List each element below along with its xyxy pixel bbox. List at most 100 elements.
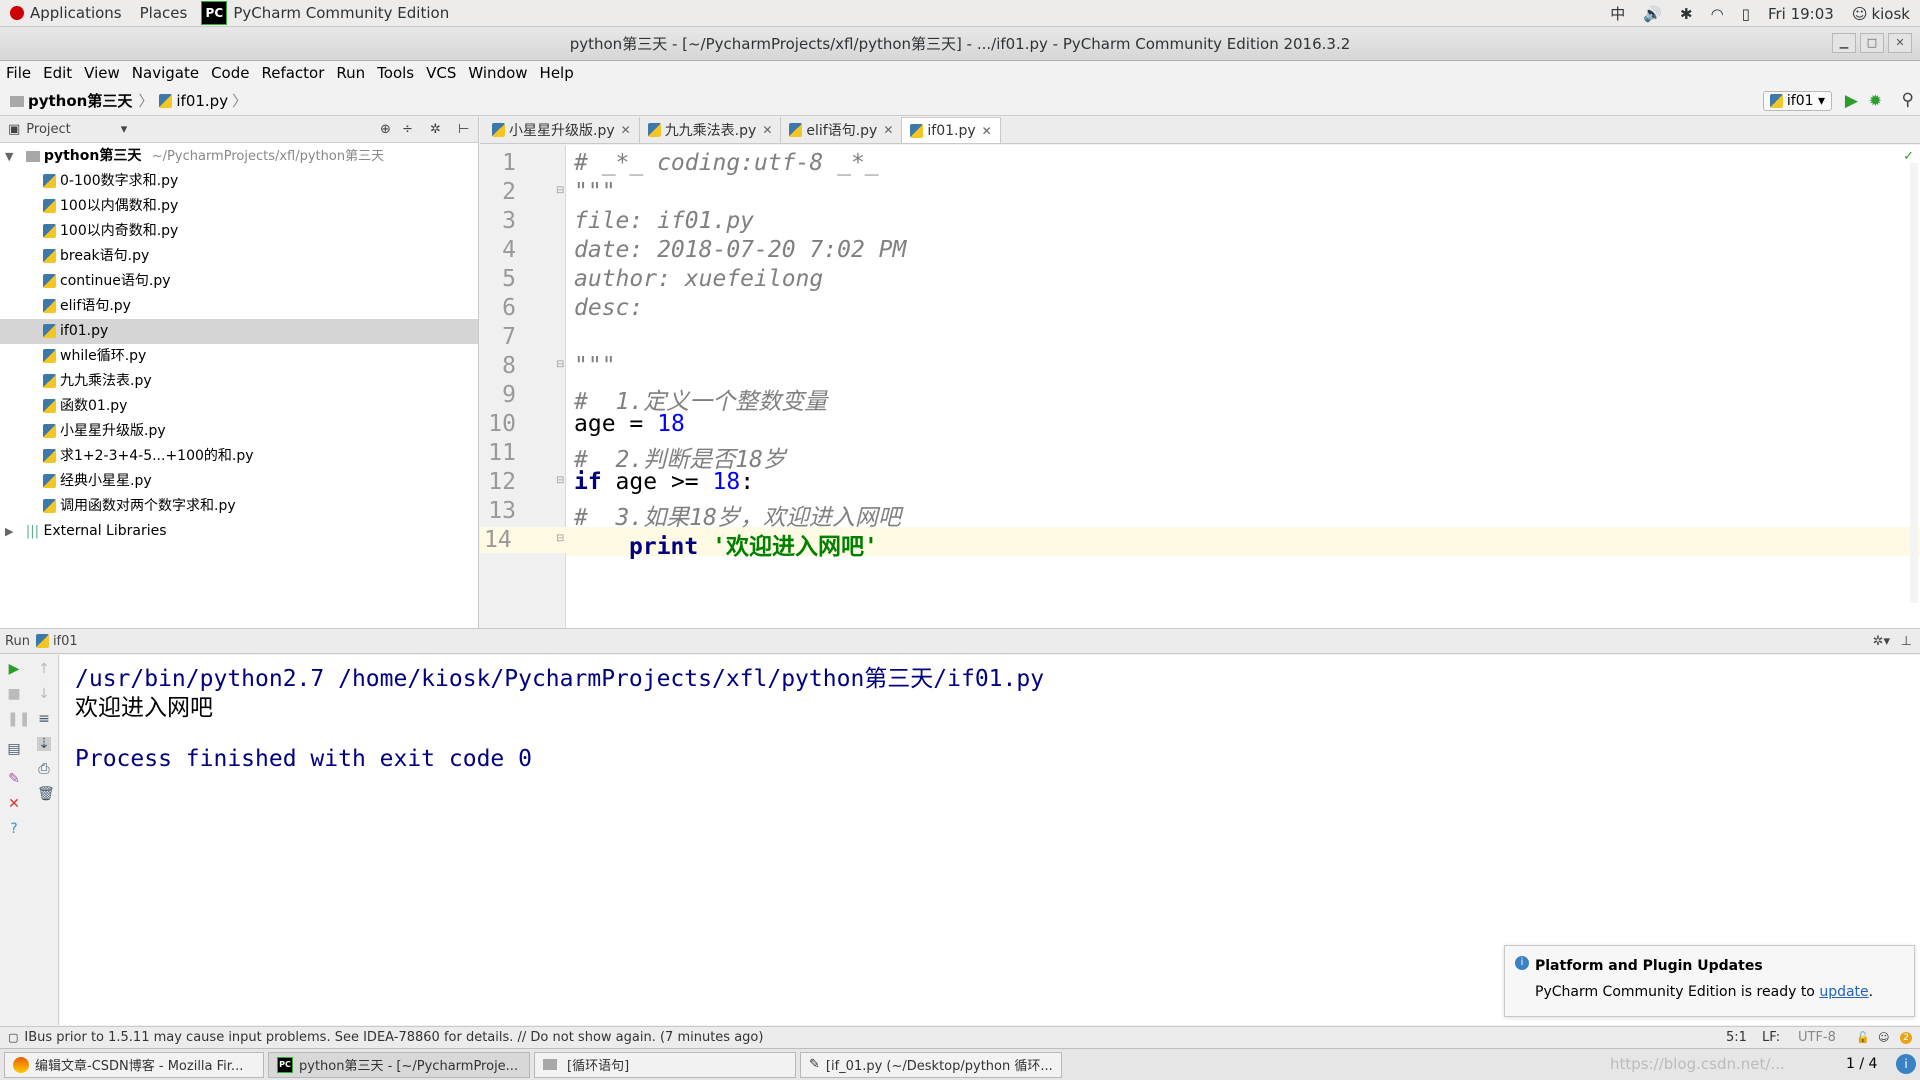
menu-file[interactable]: File — [0, 64, 37, 82]
close-icon[interactable]: ✕ — [7, 797, 21, 811]
run-config-tab[interactable]: if01 — [53, 634, 78, 649]
maximize-icon[interactable]: □ — [1860, 33, 1884, 53]
stop-icon[interactable]: ■ — [7, 687, 21, 701]
places-menu[interactable]: Places — [140, 4, 188, 22]
soft-wrap-icon[interactable]: ≡ — [37, 712, 51, 726]
sync-icon[interactable]: ⊕ — [380, 122, 391, 137]
tree-file-item[interactable]: 100以内奇数和.py — [0, 219, 478, 244]
applications-menu[interactable]: Applications — [10, 4, 122, 22]
collapse-icon[interactable]: ÷ — [402, 122, 413, 137]
workspace-pager[interactable]: 1 / 4 — [1846, 1056, 1877, 1072]
tree-file-item[interactable]: 函数01.py — [0, 394, 478, 419]
update-notification[interactable]: i Platform and Plugin Updates PyCharm Co… — [1504, 945, 1915, 1017]
taskbar-item-folder[interactable]: [循环语句] — [534, 1051, 796, 1078]
code-editor[interactable]: # _*_ coding:utf-8 _*_ """ file: if01.py… — [566, 145, 1920, 628]
menu-refactor[interactable]: Refactor — [255, 64, 330, 82]
tree-file-item[interactable]: elif语句.py — [0, 294, 478, 319]
caret-position[interactable]: 5:1 — [1726, 1030, 1747, 1045]
arrow-up-icon[interactable]: ↑ — [37, 662, 51, 676]
tree-file-item[interactable]: 小星星升级版.py — [0, 419, 478, 444]
close-icon[interactable]: ✕ — [982, 124, 992, 138]
breadcrumb-project[interactable]: python第三天 — [10, 90, 132, 111]
tree-file-item[interactable]: 求1+2-3+4-5...+100的和.py — [0, 444, 478, 469]
search-icon[interactable]: ⚲ — [1902, 90, 1914, 110]
close-icon[interactable]: ✕ — [762, 123, 772, 137]
fold-icon[interactable]: ⊟ — [556, 475, 564, 486]
gear-icon[interactable]: ✲▾ — [1873, 634, 1890, 649]
tree-file-item[interactable]: 九九乘法表.py — [0, 369, 478, 394]
help-icon[interactable]: ? — [7, 822, 21, 836]
debug-icon[interactable]: ✹ — [1869, 91, 1882, 110]
fold-icon[interactable]: ⊟ — [556, 185, 564, 196]
tree-file-item[interactable]: while循环.py — [0, 344, 478, 369]
breadcrumb-file[interactable]: if01.py — [159, 92, 228, 110]
run-config-select[interactable]: if01 ▾ — [1762, 91, 1832, 111]
tab-file[interactable]: 小星星升级版.py ✕ — [484, 117, 640, 143]
print-icon[interactable]: ⎙ — [37, 762, 51, 776]
volume-icon[interactable]: 🔊 — [1643, 5, 1662, 23]
inspection-ok-icon[interactable]: ✓ — [1903, 149, 1914, 164]
tab-file[interactable]: 九九乘法表.py ✕ — [640, 117, 782, 143]
tab-file[interactable]: elif语句.py ✕ — [781, 117, 903, 143]
taskbar-item-editor[interactable]: ✎ [if_01.py (~/Desktop/python 循环... — [800, 1051, 1062, 1078]
trash-icon[interactable]: 🗑 — [37, 787, 55, 801]
expand-icon[interactable]: ▶ — [5, 525, 13, 538]
update-link[interactable]: update — [1819, 984, 1868, 1000]
tree-external-libraries[interactable]: ▶ ||| External Libraries — [0, 519, 478, 544]
wifi-icon[interactable]: ◠ — [1711, 5, 1724, 23]
tree-file-item[interactable]: 调用函数对两个数字求和.py — [0, 494, 478, 519]
run-icon[interactable]: ▶ — [1845, 91, 1858, 111]
menu-edit[interactable]: Edit — [37, 64, 78, 82]
lock-icon[interactable]: 🔓 — [1856, 1031, 1870, 1044]
tree-root[interactable]: ▼ python第三天 ~/PycharmProjects/xfl/python… — [0, 144, 478, 169]
clock[interactable]: Fri 19:03 — [1768, 5, 1834, 23]
project-view-select[interactable]: Project — [26, 122, 70, 137]
hide-panel-icon[interactable]: ⊢ — [458, 122, 469, 137]
menu-navigate[interactable]: Navigate — [126, 64, 205, 82]
menu-help[interactable]: Help — [534, 64, 580, 82]
close-icon[interactable]: ✕ — [1888, 33, 1912, 53]
taskbar-item-pycharm[interactable]: PC python第三天 - [~/PycharmProje... — [268, 1051, 530, 1078]
inspector-icon[interactable]: ☺ — [1878, 1031, 1889, 1044]
tree-file-item[interactable]: 100以内偶数和.py — [0, 194, 478, 219]
file-encoding[interactable]: UTF-8 — [1798, 1030, 1836, 1045]
bluetooth-icon[interactable]: ✱ — [1680, 5, 1693, 23]
menu-view[interactable]: View — [78, 64, 126, 82]
tree-file-item[interactable]: break语句.py — [0, 244, 478, 269]
chevron-down-icon[interactable]: ▾ — [121, 122, 128, 137]
hide-panel-icon[interactable]: ⊥ — [1901, 634, 1912, 649]
event-log-icon[interactable]: ▢ — [8, 1031, 18, 1044]
close-icon[interactable]: ✕ — [621, 123, 631, 137]
input-method-indicator[interactable]: 中 — [1610, 3, 1625, 24]
close-icon[interactable]: ✕ — [883, 123, 893, 137]
user-menu[interactable]: ☺ kiosk — [1852, 5, 1910, 23]
menu-run[interactable]: Run — [330, 64, 371, 82]
line-separator[interactable]: LF: — [1762, 1030, 1780, 1045]
scroll-to-end-icon[interactable]: ⇣ — [37, 737, 51, 751]
editor-scrollbar[interactable] — [1910, 163, 1918, 603]
battery-icon[interactable]: ▯ — [1742, 5, 1750, 23]
pin-icon[interactable]: ✎ — [7, 772, 21, 786]
info-icon[interactable]: i — [1896, 1054, 1916, 1074]
menu-code[interactable]: Code — [205, 64, 255, 82]
tree-file-item[interactable]: 0-100数字求和.py — [0, 169, 478, 194]
fold-icon[interactable]: ⊟ — [556, 533, 564, 544]
tree-file-item-selected[interactable]: if01.py — [0, 319, 478, 344]
menu-vcs[interactable]: VCS — [420, 64, 462, 82]
notification-badge-icon[interactable]: 2 — [1900, 1031, 1912, 1044]
gear-icon[interactable]: ✲ — [430, 122, 441, 137]
minimize-icon[interactable]: ▁ — [1832, 33, 1856, 53]
menu-tools[interactable]: Tools — [371, 64, 420, 82]
fold-icon[interactable]: ⊟ — [556, 359, 564, 370]
taskbar-item-firefox[interactable]: 编辑文章-CSDN博客 - Mozilla Fir... — [4, 1051, 264, 1078]
arrow-down-icon[interactable]: ↓ — [37, 687, 51, 701]
status-message[interactable]: IBus prior to 1.5.11 may cause input pro… — [24, 1030, 763, 1045]
expand-icon[interactable]: ▼ — [5, 150, 13, 163]
layout-icon[interactable]: ▤ — [7, 742, 21, 756]
pause-icon[interactable]: ❚❚ — [7, 712, 30, 726]
tab-file-active[interactable]: if01.py ✕ — [902, 117, 1001, 143]
menu-window[interactable]: Window — [462, 64, 533, 82]
app-menu[interactable]: PC PyCharm Community Edition — [201, 1, 449, 25]
tree-file-item[interactable]: continue语句.py — [0, 269, 478, 294]
tree-file-item[interactable]: 经典小星星.py — [0, 469, 478, 494]
